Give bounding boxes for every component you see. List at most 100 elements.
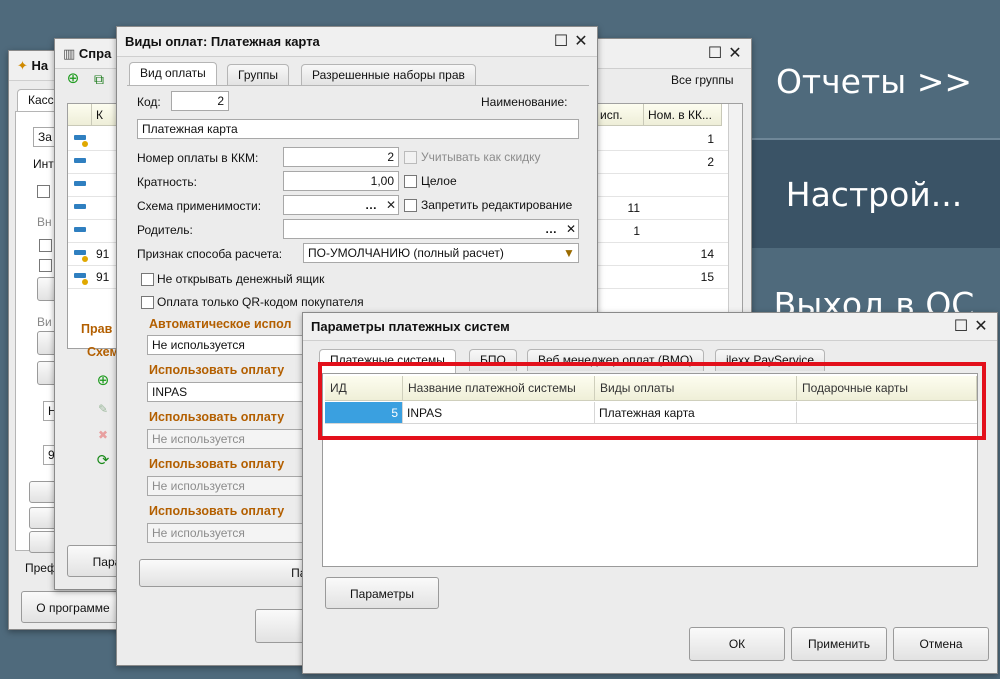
back-checkbox-2[interactable] (39, 239, 52, 252)
use-payment-header-4: Использовать оплату (149, 504, 285, 518)
table-cell-kkm-num: 14 (700, 247, 714, 261)
table-cell-usage: 1 (633, 224, 640, 238)
use-payment-field-1[interactable]: INPAS (147, 382, 307, 402)
kkm-number-label: Номер оплаты в ККМ: (137, 151, 259, 165)
record-icon (74, 158, 86, 163)
use-payment-field-4[interactable]: Не используется (147, 523, 307, 543)
about-button[interactable]: О программе (21, 591, 125, 623)
col-header-name[interactable]: Название платежной системы (403, 376, 595, 401)
col-header-payment-types[interactable]: Виды оплаты (595, 376, 797, 401)
menu-exit[interactable]: Выход в ОС (748, 250, 1000, 320)
back-checkbox-3[interactable] (39, 259, 52, 272)
group-prav: Прав (81, 322, 113, 336)
calc-method-select[interactable]: ПО-УМОЛЧАНИЮ (полный расчет) (303, 243, 579, 263)
name-label: Наименование: (481, 95, 568, 109)
tab-payment-type[interactable]: Вид оплаты (129, 62, 217, 86)
maximize-icon[interactable]: ☐ (551, 27, 571, 57)
maximize-icon[interactable]: ☐ (705, 39, 725, 69)
calc-method-label: Признак способа расчета: (137, 247, 283, 261)
close-icon[interactable]: ✕ (725, 39, 745, 69)
parent-field[interactable] (283, 219, 579, 239)
integer-label: Целое (421, 174, 457, 188)
record-icon (74, 181, 86, 186)
directory-window-title: Спра (78, 46, 112, 61)
payment-systems-controls: ☐ ✕ (951, 313, 991, 341)
kkm-number-field[interactable]: 2 (283, 147, 399, 167)
record-icon (74, 227, 86, 232)
use-payment-field-3[interactable]: Не используется (147, 476, 307, 496)
menu-settings[interactable]: Настрой... (748, 138, 1000, 248)
integer-checkbox[interactable] (404, 175, 417, 188)
code-field[interactable]: 2 (171, 91, 229, 111)
qr-only-checkbox[interactable] (141, 296, 154, 309)
tab-ilexx[interactable]: ilexx PayService (715, 349, 826, 371)
name-field[interactable]: Платежная карта (137, 119, 579, 139)
record-icon (74, 250, 86, 255)
back-checkbox-1[interactable] (37, 185, 50, 198)
scheme-select-icon[interactable]: … (363, 197, 379, 215)
multiplicity-label: Кратность: (137, 175, 197, 189)
apply-button[interactable]: Применить (791, 627, 887, 661)
table-cell-usage (596, 128, 642, 150)
parent-select-icon[interactable]: … (543, 221, 559, 239)
col-header-usage[interactable]: исп. (596, 104, 644, 126)
discount-label: Учитывать как скидку (421, 150, 541, 164)
delete-row-icon[interactable]: ✖ (95, 427, 111, 445)
table-cell-usage (596, 151, 642, 173)
tab-web-manager[interactable]: Веб менеджер оплат (ВМО) (527, 349, 705, 371)
table-row-name-cell[interactable]: INPAS (403, 402, 595, 424)
table-cell-kkm-num: 1 (707, 132, 714, 146)
payment-type-titlebar: Виды оплат: Платежная карта (117, 27, 597, 57)
params-button[interactable]: Параметры (325, 577, 439, 609)
scheme-field[interactable] (283, 195, 399, 215)
edit-row-icon[interactable]: ✎ (95, 401, 111, 419)
payment-type-controls: ☐ ✕ (551, 27, 591, 57)
maximize-icon[interactable]: ☐ (951, 313, 971, 341)
use-payment-header-1: Использовать оплату (149, 363, 285, 377)
close-icon[interactable]: ✕ (971, 313, 991, 341)
menu-reports[interactable]: Отчеты >> (748, 40, 1000, 132)
tab-divider (127, 85, 589, 86)
table-cell-kkm-num (644, 197, 716, 219)
auto-use-header: Автоматическое испол (149, 317, 292, 331)
all-groups-link[interactable]: Все группы (671, 71, 734, 89)
forbid-edit-checkbox[interactable] (404, 199, 417, 212)
table-row-gift-cards-cell[interactable] (797, 402, 977, 424)
use-payment-field-2[interactable]: Не используется (147, 429, 307, 449)
copy-icon[interactable]: ⧉ (91, 71, 107, 89)
use-payment-header-3: Использовать оплату (149, 457, 285, 471)
table-cell-kkm-num: 15 (700, 270, 714, 284)
no-cash-drawer-checkbox[interactable] (141, 273, 154, 286)
chevron-down-icon[interactable]: ▼ (561, 245, 577, 263)
tab-groups[interactable]: Группы (227, 64, 289, 86)
tab-permissions[interactable]: Разрешенные наборы прав (301, 64, 476, 86)
add-row-icon[interactable]: ⊕ (95, 373, 111, 391)
close-icon[interactable]: ✕ (571, 27, 591, 57)
scheme-clear-icon[interactable]: ✕ (383, 197, 399, 215)
back-group-vn: Вн (37, 215, 52, 229)
multiplicity-field[interactable]: 1,00 (283, 171, 399, 191)
table-row-id-cell[interactable]: 5 (325, 402, 403, 424)
back-window-title: На (31, 58, 49, 73)
tab-bpo[interactable]: БПО (469, 349, 517, 371)
use-payment-header-2: Использовать оплату (149, 410, 285, 424)
no-cash-drawer-label: Не открывать денежный ящик (157, 272, 325, 286)
directory-window-controls: ☐ ✕ (705, 39, 745, 69)
scheme-label: Схема применимости: (137, 199, 262, 213)
col-header-kkm-num[interactable]: Ном. в КК... (644, 104, 722, 126)
discount-checkbox[interactable] (404, 151, 417, 164)
col-header-id[interactable]: ИД (325, 376, 403, 401)
record-icon (74, 135, 86, 140)
ok-button[interactable]: ОК (689, 627, 785, 661)
table-cell-usage (596, 266, 642, 288)
payment-systems-titlebar: Параметры платежных систем (303, 313, 997, 341)
table-row-payment-types-cell[interactable]: Платежная карта (595, 402, 797, 424)
cancel-button[interactable]: Отмена (893, 627, 989, 661)
table-cell-usage: 11 (627, 201, 640, 215)
auto-use-field[interactable]: Не используется (147, 335, 307, 355)
parent-clear-icon[interactable]: ✕ (563, 221, 579, 239)
add-icon[interactable]: ⊕ (65, 71, 81, 89)
refresh-icon[interactable]: ⟳ (95, 453, 111, 471)
tab-payment-systems[interactable]: Платежные системы (319, 349, 456, 373)
col-header-gift-cards[interactable]: Подарочные карты (797, 376, 977, 401)
